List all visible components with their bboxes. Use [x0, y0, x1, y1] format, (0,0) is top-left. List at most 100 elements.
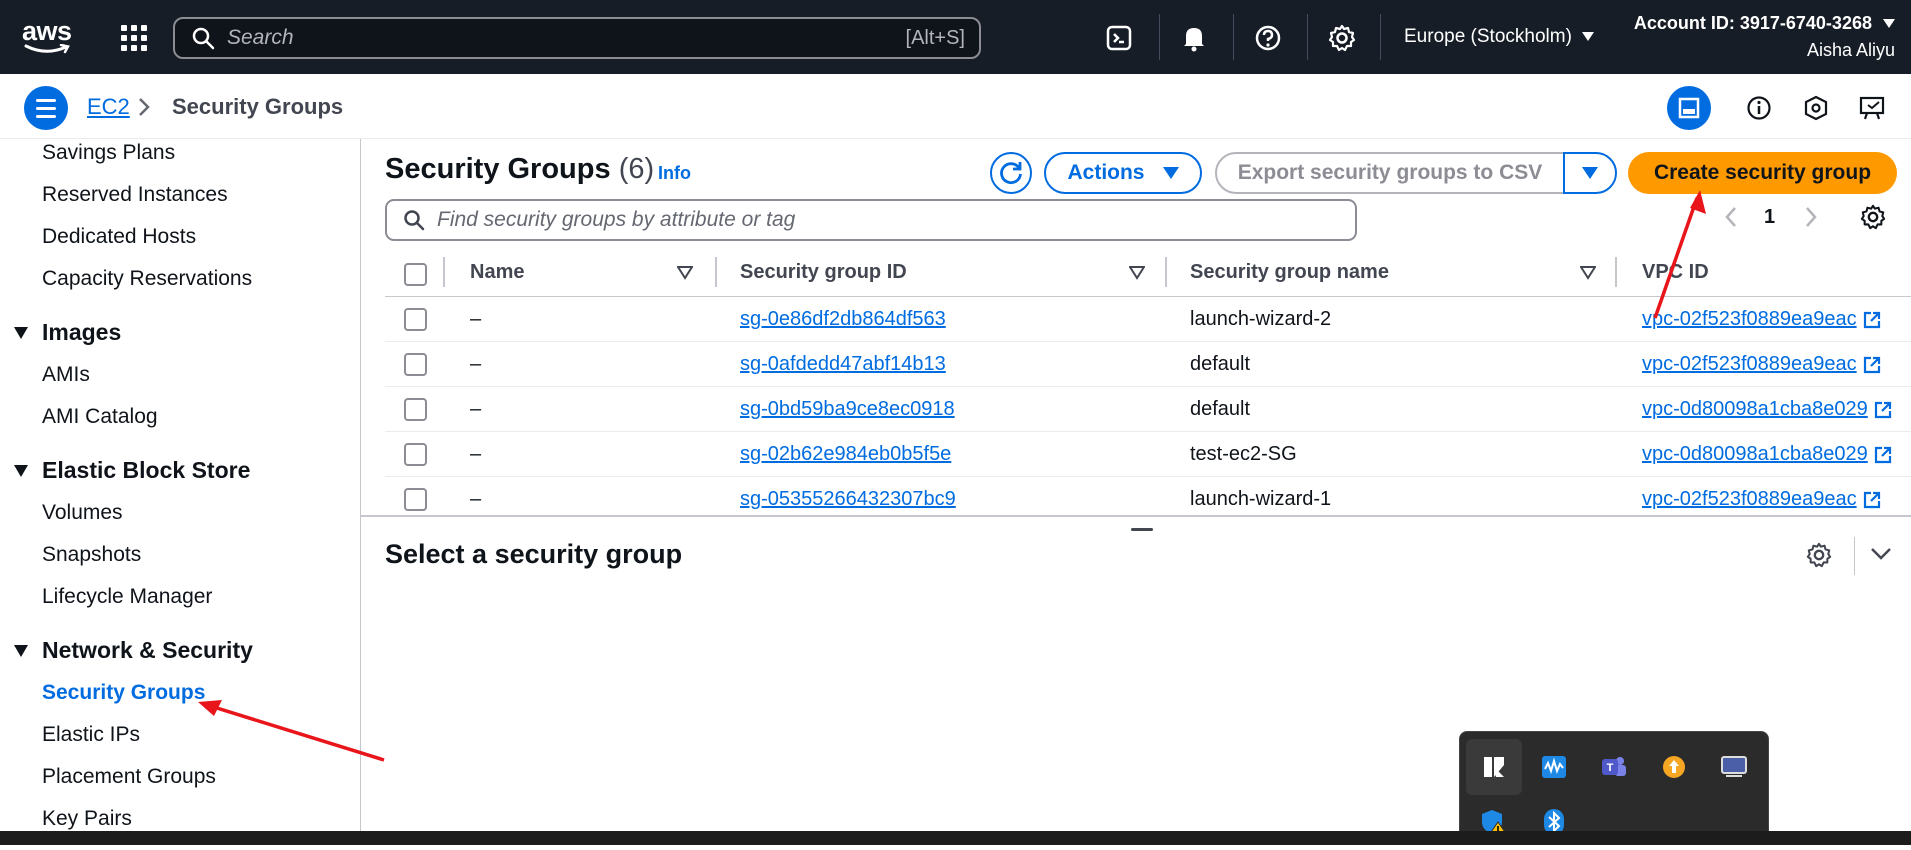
sidebar-section-images[interactable]: Images [14, 319, 121, 346]
cell-sg-id-link[interactable]: sg-0afdedd47abf14b13 [740, 353, 946, 376]
external-link-icon[interactable] [1863, 356, 1881, 374]
split-panel-button[interactable] [1667, 86, 1711, 130]
sidebar-item-ami-catalog[interactable]: AMI Catalog [42, 405, 158, 429]
sidebar-item-lifecycle-manager[interactable]: Lifecycle Manager [42, 585, 212, 609]
cell-sg-id-link[interactable]: sg-0e86df2db864df563 [740, 308, 946, 331]
display-icon[interactable] [1706, 739, 1762, 795]
row-checkbox[interactable] [404, 308, 427, 331]
row-checkbox[interactable] [404, 443, 427, 466]
cell-vpc-id-link[interactable]: vpc-02f523f0889ea9eac [1642, 353, 1857, 375]
table-row[interactable]: – sg-0e86df2db864df563 launch-wizard-2 v… [385, 297, 1911, 342]
cell-sg-id-link[interactable]: sg-02b62e984eb0b5f5e [740, 443, 951, 466]
cell-vpc-id-link[interactable]: vpc-02f523f0889ea9eac [1642, 308, 1857, 330]
export-dropdown-button[interactable] [1563, 152, 1617, 194]
table-row[interactable]: – sg-02b62e984eb0b5f5e test-ec2-SG vpc-0… [385, 432, 1911, 477]
sort-icon[interactable] [677, 266, 693, 280]
row-checkbox[interactable] [404, 488, 427, 511]
cell-sg-id-link[interactable]: sg-0bd59ba9ce8ec0918 [740, 398, 955, 421]
split-panel-preferences-gear-icon[interactable] [1806, 542, 1832, 568]
security-insights-button[interactable] [1794, 86, 1838, 130]
sidebar-section-title: Images [42, 319, 122, 345]
region-selector[interactable]: Europe (Stockholm) [1404, 26, 1594, 48]
side-nav-toggle-button[interactable] [24, 86, 68, 130]
external-link-icon[interactable] [1863, 491, 1881, 509]
sidebar-item-dedicated-hosts[interactable]: Dedicated Hosts [42, 225, 196, 249]
tutorial-panel-button[interactable] [1851, 86, 1895, 130]
info-panel-button[interactable] [1737, 86, 1781, 130]
column-header-sg-name[interactable]: Security group name [1190, 261, 1389, 284]
sidebar-item-elastic-ips[interactable]: Elastic IPs [42, 723, 140, 747]
help-icon[interactable] [1252, 22, 1284, 54]
refresh-button[interactable] [990, 152, 1032, 194]
search-icon [192, 27, 215, 50]
table-row[interactable]: – sg-05355266432307bc9 launch-wizard-1 v… [385, 477, 1911, 515]
search-placeholder: Search [227, 26, 294, 49]
sidebar-item-security-groups[interactable]: Security Groups [42, 681, 205, 705]
teams-icon[interactable]: T [1586, 739, 1642, 795]
sort-icon[interactable] [1129, 266, 1145, 280]
external-link-icon[interactable] [1874, 401, 1892, 419]
cloudshell-icon[interactable] [1103, 22, 1135, 54]
row-checkbox[interactable] [404, 398, 427, 421]
refresh-icon [1000, 162, 1022, 185]
cell-vpc-id-link[interactable]: vpc-0d80098a1cba8e029 [1642, 398, 1868, 420]
services-grid-icon[interactable] [121, 25, 147, 51]
sidebar-item-volumes[interactable]: Volumes [42, 501, 123, 525]
cell-sg-name: default [1190, 398, 1251, 420]
nav-divider [1233, 14, 1234, 60]
sidebar-section-network-security[interactable]: Network & Security [14, 637, 253, 664]
global-search[interactable]: Search [Alt+S] [173, 17, 981, 59]
caret-down-icon [14, 464, 28, 477]
orange-update-icon[interactable] [1646, 739, 1702, 795]
sidebar-item-key-pairs[interactable]: Key Pairs [42, 807, 132, 831]
aws-logo[interactable]: aws [22, 18, 76, 58]
row-checkbox[interactable] [404, 353, 427, 376]
sidebar-item-savings-plans[interactable]: Savings Plans [42, 141, 175, 165]
table-header: Name Security group ID Security group na… [385, 251, 1911, 297]
search-shortcut: [Alt+S] [905, 26, 965, 49]
breadcrumb-ec2-link[interactable]: EC2 [87, 94, 130, 120]
table-row[interactable]: – sg-0afdedd47abf14b13 default vpc-02f52… [385, 342, 1911, 387]
sidebar-section-elastic-block-store[interactable]: Elastic Block Store [14, 457, 250, 484]
sidebar-section-title: Elastic Block Store [42, 457, 251, 483]
cell-sg-id-link[interactable]: sg-05355266432307bc9 [740, 488, 956, 511]
create-label: Create security group [1653, 161, 1872, 184]
column-header-name[interactable]: Name [470, 261, 524, 284]
chevron-down-icon[interactable] [1870, 547, 1892, 561]
account-id: Account ID: 3917-6740-3268 [1633, 13, 1872, 33]
filter-input[interactable]: Find security groups by attribute or tag [385, 199, 1357, 241]
cell-vpc-id-link[interactable]: vpc-0d80098a1cba8e029 [1642, 443, 1868, 465]
cell-sg-name: launch-wizard-2 [1190, 308, 1332, 330]
table-row[interactable]: – sg-0bd59ba9ce8ec0918 default vpc-0d800… [385, 387, 1911, 432]
column-header-vpc-id[interactable]: VPC ID [1642, 261, 1709, 284]
sort-icon[interactable] [1580, 266, 1596, 280]
cell-vpc-id-link[interactable]: vpc-02f523f0889ea9eac [1642, 488, 1857, 510]
sidebar-item-capacity-reservations[interactable]: Capacity Reservations [42, 267, 252, 291]
cell-vpc-id: vpc-0d80098a1cba8e029 [1642, 443, 1892, 466]
info-link[interactable]: Info [658, 163, 691, 184]
previous-page-icon[interactable] [1724, 206, 1738, 228]
waveform-app-icon[interactable] [1526, 739, 1582, 795]
sidebar-item-placement-groups[interactable]: Placement Groups [42, 765, 216, 789]
account-menu[interactable]: Account ID: 3917-6740-3268 Aisha Aliyu [1634, 10, 1895, 64]
split-panel-resize-handle[interactable] [1131, 528, 1153, 531]
sidebar-item-snapshots[interactable]: Snapshots [42, 543, 141, 567]
split-panel-divider-line [1854, 537, 1855, 575]
notifications-bell-icon[interactable] [1178, 22, 1210, 54]
settings-gear-icon[interactable] [1326, 22, 1358, 54]
external-link-icon[interactable] [1874, 446, 1892, 464]
select-all-checkbox[interactable] [404, 263, 427, 286]
create-security-group-button[interactable]: Create security group [1628, 152, 1897, 194]
column-header-sg-id[interactable]: Security group ID [740, 261, 907, 284]
sidebar-item-amis[interactable]: AMIs [42, 363, 90, 387]
caret-down-icon [1581, 32, 1594, 41]
page-number[interactable]: 1 [1764, 206, 1775, 229]
security-groups-table: Name Security group ID Security group na… [385, 251, 1911, 515]
table-preferences-gear-icon[interactable] [1860, 204, 1886, 230]
external-link-icon[interactable] [1863, 311, 1881, 329]
sidebar-item-reserved-instances[interactable]: Reserved Instances [42, 183, 228, 207]
next-page-icon[interactable] [1804, 206, 1818, 228]
actions-button[interactable]: Actions [1044, 152, 1202, 194]
windows-app-icon[interactable] [1466, 739, 1522, 795]
nav-divider [1307, 14, 1308, 60]
